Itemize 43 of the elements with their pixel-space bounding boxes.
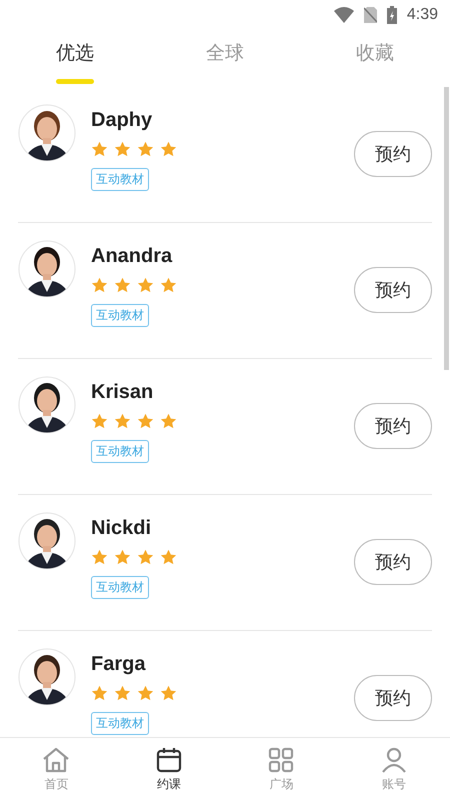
book-button[interactable]: 预约 xyxy=(354,675,432,721)
clock-time: 4:39 xyxy=(406,6,438,24)
star-icon xyxy=(160,685,177,702)
star-icon xyxy=(137,549,154,566)
book-button[interactable]: 预约 xyxy=(354,131,432,177)
no-sim-icon xyxy=(364,7,377,23)
star-icon xyxy=(114,277,131,294)
star-icon xyxy=(160,413,177,430)
star-icon xyxy=(114,549,131,566)
teacher-name: Krisan xyxy=(91,381,154,404)
star-icon xyxy=(137,413,154,430)
battery-icon xyxy=(386,6,397,24)
star-icon xyxy=(137,685,154,702)
star-icon xyxy=(91,277,108,294)
star-icon xyxy=(160,277,177,294)
book-button[interactable]: 预约 xyxy=(354,403,432,449)
wifi-icon xyxy=(334,7,354,23)
star-icon xyxy=(114,141,131,158)
book-button[interactable]: 预约 xyxy=(354,539,432,585)
scrollbar[interactable] xyxy=(444,87,449,370)
star-icon xyxy=(137,141,154,158)
tag: 互动教材 xyxy=(91,576,149,599)
teacher-name: Daphy xyxy=(91,109,152,132)
teacher-name: Nickdi xyxy=(91,517,152,540)
tab[interactable]: 优选 xyxy=(0,30,150,87)
star-icon xyxy=(114,413,131,430)
star-icon xyxy=(137,277,154,294)
star-icon xyxy=(160,549,177,566)
star-icon xyxy=(91,685,108,702)
star-icon xyxy=(91,413,108,430)
teacher-name: Anandra xyxy=(91,245,172,268)
tag: 互动教材 xyxy=(91,168,149,191)
home-icon xyxy=(41,746,72,774)
tag: 互动教材 xyxy=(91,440,149,463)
tag: 互动教材 xyxy=(91,712,149,735)
tag: 互动教材 xyxy=(91,304,149,327)
star-icon xyxy=(91,549,108,566)
star-icon xyxy=(114,685,131,702)
nav-item[interactable]: 约课 xyxy=(112,738,225,800)
star-icon xyxy=(160,141,177,158)
book-button[interactable]: 预约 xyxy=(354,267,432,313)
teacher-name: Farga xyxy=(91,653,146,676)
star-icon xyxy=(91,141,108,158)
